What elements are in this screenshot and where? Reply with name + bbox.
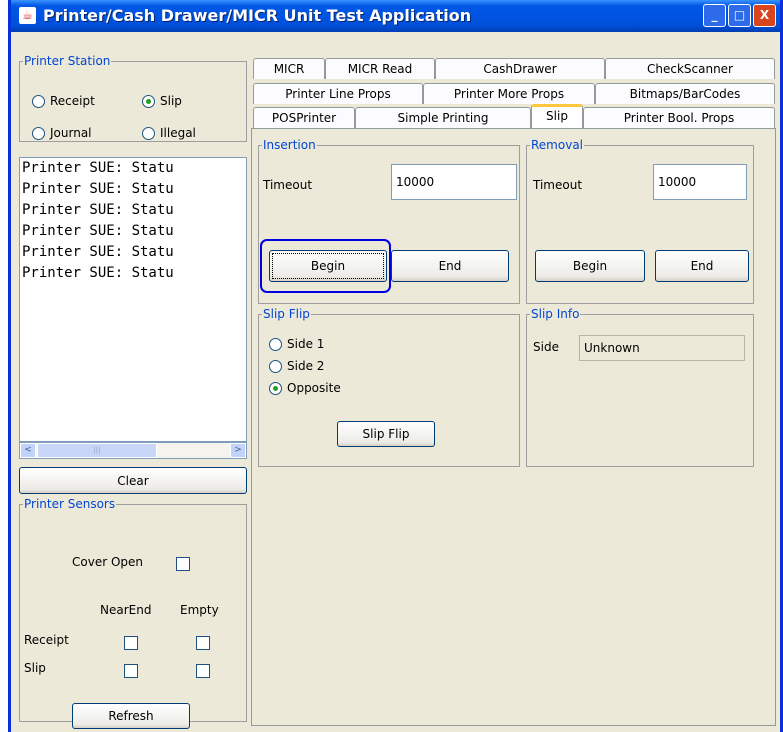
log-line: Printer SUE: Statu (22, 181, 174, 197)
tab-micr-read[interactable]: MICR Read (325, 58, 435, 79)
printer-sensors-group: Printer Sensors Cover Open NearEnd Empty… (19, 497, 247, 729)
slip-radio-circle (142, 94, 155, 108)
removal-begin-button[interactable]: Begin (535, 250, 645, 282)
log-horizontal-scrollbar[interactable]: < ||| > (19, 442, 247, 459)
slip-sensor-label: Slip (24, 661, 46, 675)
side-1-radio-circle (269, 337, 282, 351)
tab-printer-line-props[interactable]: Printer Line Props (253, 83, 423, 104)
title-bar[interactable]: ☕ Printer/Cash Drawer/MICR Unit Test App… (11, 0, 780, 32)
side-2-radio-circle (269, 359, 282, 373)
insertion-legend: Insertion (263, 138, 316, 152)
cover-open-label: Cover Open (72, 555, 144, 569)
illegal-radio-circle (142, 126, 155, 140)
illegal-radio-label: Illegal (160, 126, 196, 140)
side-2-label: Side 2 (287, 359, 325, 373)
slip-flip-button[interactable]: Slip Flip (337, 421, 435, 447)
window-content: Printer Station Receipt Slip Journal Ill… (11, 32, 780, 732)
printer-station-legend: Printer Station (24, 54, 111, 68)
app-window: ☕ Printer/Cash Drawer/MICR Unit Test App… (8, 0, 783, 732)
tab-printer-more-props[interactable]: Printer More Props (423, 83, 595, 104)
printer-sensors-legend: Printer Sensors (24, 497, 116, 511)
receipt-radio-circle (32, 94, 45, 108)
opposite-radio[interactable]: Opposite (269, 381, 341, 395)
journal-radio-circle (32, 126, 45, 140)
removal-timeout-label: Timeout (533, 178, 583, 192)
slip-info-legend: Slip Info (531, 307, 580, 321)
opposite-radio-circle (269, 381, 282, 395)
log-line: Printer SUE: Statu (22, 265, 174, 281)
slip-radio-label: Slip (160, 94, 182, 108)
slip-near-end-checkbox[interactable] (124, 664, 138, 678)
insertion-timeout-input[interactable]: 10000 (391, 164, 517, 200)
tab-simple-printing[interactable]: Simple Printing (355, 107, 531, 128)
journal-radio[interactable]: Journal (32, 126, 92, 140)
side-label: Side (533, 340, 559, 354)
near-end-header: NearEnd (100, 603, 152, 617)
removal-end-button[interactable]: End (655, 250, 749, 282)
side-2-radio[interactable]: Side 2 (269, 359, 324, 373)
journal-radio-label: Journal (50, 126, 92, 140)
cover-open-checkbox[interactable] (176, 557, 190, 571)
side-1-label: Side 1 (287, 337, 325, 351)
java-cup-icon: ☕ (19, 7, 36, 24)
log-line: Printer SUE: Statu (22, 160, 174, 176)
insertion-begin-button[interactable]: Begin (269, 250, 387, 282)
tab-micr[interactable]: MICR (253, 58, 325, 79)
log-line: Printer SUE: Statu (22, 244, 174, 260)
insertion-timeout-label: Timeout (263, 178, 313, 192)
maximize-button[interactable]: □ (728, 4, 751, 27)
insertion-end-button[interactable]: End (391, 250, 509, 282)
receipt-sensor-label: Receipt (24, 633, 69, 647)
tab-slip[interactable]: Slip (531, 104, 583, 128)
clear-button[interactable]: Clear (19, 467, 247, 494)
log-line: Printer SUE: Statu (22, 223, 174, 239)
window-title: Printer/Cash Drawer/MICR Unit Test Appli… (43, 6, 472, 25)
slip-flip-group: Slip Flip Side 1 Side 2 Opposite Slip Fl… (258, 307, 520, 467)
side-1-radio[interactable]: Side 1 (269, 337, 324, 351)
receipt-empty-checkbox[interactable] (196, 636, 210, 650)
slip-empty-checkbox[interactable] (196, 664, 210, 678)
printer-station-group: Printer Station Receipt Slip Journal Ill… (19, 54, 247, 142)
opposite-label: Opposite (287, 381, 341, 395)
slip-tab-panel: Insertion Timeout 10000 Begin End Remova… (251, 128, 776, 726)
empty-header: Empty (180, 603, 219, 617)
removal-legend: Removal (531, 138, 584, 152)
side-value-field: Unknown (579, 335, 745, 361)
tab-posprinter[interactable]: POSPrinter (253, 107, 355, 128)
receipt-radio-label: Receipt (50, 94, 95, 108)
illegal-radio[interactable]: Illegal (142, 126, 196, 140)
tab-checkscanner[interactable]: CheckScanner (605, 58, 775, 79)
receipt-near-end-checkbox[interactable] (124, 636, 138, 650)
tab-cashdrawer[interactable]: CashDrawer (435, 58, 605, 79)
scroll-thumb[interactable]: ||| (37, 443, 157, 458)
removal-timeout-input[interactable]: 10000 (653, 164, 747, 200)
log-output[interactable]: Printer SUE: Statu Printer SUE: Statu Pr… (19, 157, 247, 442)
refresh-button[interactable]: Refresh (72, 703, 190, 729)
insertion-group: Insertion Timeout 10000 Begin End (258, 138, 520, 304)
slip-radio[interactable]: Slip (142, 94, 182, 108)
scroll-right-icon[interactable]: > (230, 443, 246, 458)
scroll-left-icon[interactable]: < (20, 443, 36, 458)
slip-flip-legend: Slip Flip (263, 307, 310, 321)
receipt-radio[interactable]: Receipt (32, 94, 95, 108)
minimize-button[interactable]: _ (703, 4, 726, 27)
removal-group: Removal Timeout 10000 Begin End (526, 138, 754, 304)
tab-printer-bool-props[interactable]: Printer Bool. Props (583, 107, 775, 128)
close-button[interactable]: X (753, 4, 776, 27)
log-line: Printer SUE: Statu (22, 202, 174, 218)
slip-info-group: Slip Info Side Unknown (526, 307, 754, 467)
tab-bitmaps-barcodes[interactable]: Bitmaps/BarCodes (595, 83, 775, 104)
